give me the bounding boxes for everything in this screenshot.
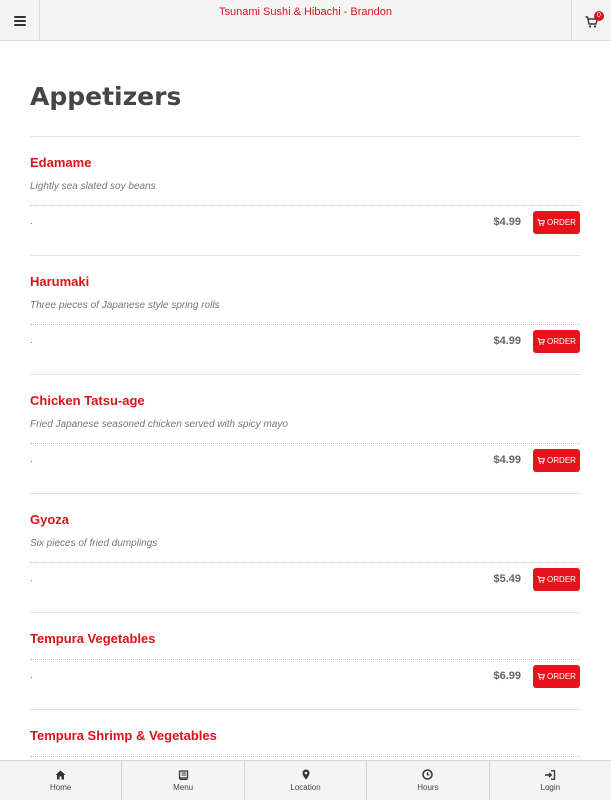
order-button[interactable]: ORDER bbox=[533, 211, 580, 234]
item-name[interactable]: Gyoza bbox=[30, 512, 69, 527]
cart-icon bbox=[537, 673, 546, 680]
nav-login[interactable]: Login bbox=[490, 761, 611, 800]
item-description: Fried Japanese seasoned chicken served w… bbox=[30, 419, 288, 430]
option-label: . bbox=[30, 335, 33, 346]
item-description: Lightly sea slated soy beans bbox=[30, 181, 156, 192]
menu-content: Appetizers Edamame Lightly sea slated so… bbox=[30, 41, 580, 770]
nav-label: Login bbox=[540, 782, 561, 792]
book-icon bbox=[178, 769, 188, 780]
menu-button[interactable] bbox=[0, 0, 40, 41]
menu-item: Tempura Vegetables . $6.99 ORDER bbox=[30, 613, 580, 710]
item-name[interactable]: Chicken Tatsu-age bbox=[30, 393, 145, 408]
restaurant-name[interactable]: Tsunami Sushi & Hibachi - Brandon bbox=[120, 6, 491, 18]
option-label: . bbox=[30, 573, 33, 584]
menu-item: Chicken Tatsu-age Fried Japanese seasone… bbox=[30, 375, 580, 494]
bottom-nav: Home Menu Location Hours Login bbox=[0, 760, 611, 800]
option-label: . bbox=[30, 216, 33, 227]
item-price: $4.99 bbox=[493, 216, 521, 228]
nav-hours[interactable]: Hours bbox=[367, 761, 490, 800]
dotted-divider bbox=[30, 443, 580, 444]
nav-label: Location bbox=[290, 783, 321, 792]
option-label: . bbox=[30, 454, 33, 465]
nav-label: Menu bbox=[173, 782, 194, 792]
cart-icon bbox=[537, 338, 546, 345]
option-label: . bbox=[30, 670, 33, 681]
cart-icon bbox=[537, 457, 546, 464]
item-name[interactable]: Tempura Vegetables bbox=[30, 631, 155, 646]
nav-home[interactable]: Home bbox=[0, 761, 123, 800]
item-name[interactable]: Harumaki bbox=[30, 274, 89, 289]
item-name[interactable]: Tempura Shrimp & Vegetables bbox=[30, 728, 217, 743]
dotted-divider bbox=[30, 562, 580, 563]
order-button[interactable]: ORDER bbox=[533, 449, 580, 472]
order-label: ORDER bbox=[547, 575, 576, 584]
hamburger-icon bbox=[13, 15, 26, 26]
menu-item: Gyoza Six pieces of fried dumplings . $5… bbox=[30, 494, 580, 613]
top-bar: Tsunami Sushi & Hibachi - Brandon 0 bbox=[0, 0, 611, 41]
item-description: Six pieces of fried dumplings bbox=[30, 538, 158, 549]
order-button[interactable]: ORDER bbox=[533, 568, 580, 591]
item-name[interactable]: Edamame bbox=[30, 155, 91, 170]
order-button[interactable]: ORDER bbox=[533, 665, 580, 688]
item-price: $6.99 bbox=[493, 670, 521, 682]
dotted-divider bbox=[30, 756, 580, 757]
page-title: Appetizers bbox=[30, 82, 182, 111]
dotted-divider bbox=[30, 205, 580, 206]
cart-icon bbox=[537, 219, 546, 226]
order-label: ORDER bbox=[547, 672, 576, 681]
order-label: ORDER bbox=[547, 456, 576, 465]
cart-count-badge: 0 bbox=[594, 11, 604, 21]
dotted-divider bbox=[30, 659, 580, 660]
nav-location[interactable]: Location bbox=[245, 761, 368, 800]
nav-menu[interactable]: Menu bbox=[122, 761, 245, 800]
order-button[interactable]: ORDER bbox=[533, 330, 580, 353]
map-marker-icon bbox=[302, 769, 310, 780]
menu-item: Harumaki Three pieces of Japanese style … bbox=[30, 256, 580, 375]
nav-label: Home bbox=[50, 782, 72, 792]
login-icon bbox=[545, 769, 556, 780]
clock-icon bbox=[422, 769, 434, 780]
menu-item: Edamame Lightly sea slated soy beans . $… bbox=[30, 137, 580, 256]
cart-icon bbox=[537, 576, 546, 583]
order-label: ORDER bbox=[547, 337, 576, 346]
order-label: ORDER bbox=[547, 218, 576, 227]
item-description: Three pieces of Japanese style spring ro… bbox=[30, 300, 220, 311]
nav-label: Hours bbox=[417, 783, 439, 792]
home-icon bbox=[55, 770, 66, 779]
dotted-divider bbox=[30, 324, 580, 325]
item-price: $4.99 bbox=[493, 335, 521, 347]
item-price: $4.99 bbox=[493, 454, 521, 466]
cart-button[interactable]: 0 bbox=[571, 0, 611, 41]
item-price: $5.49 bbox=[493, 573, 521, 585]
